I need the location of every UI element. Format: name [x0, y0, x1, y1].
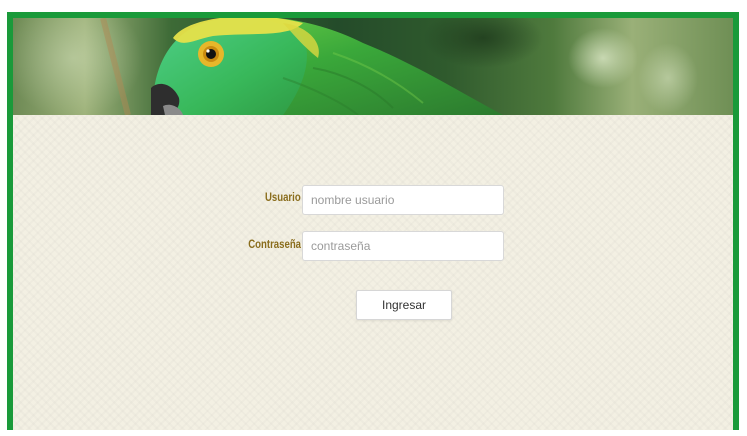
username-input[interactable]: [302, 185, 504, 215]
login-button[interactable]: Ingresar: [356, 290, 452, 320]
login-form: Usuario Contraseña Ingresar: [13, 115, 733, 430]
password-label: Contraseña: [248, 237, 301, 251]
username-label: Usuario: [265, 190, 301, 204]
parrot-illustration: [13, 18, 698, 115]
banner-image: [13, 18, 733, 115]
password-input[interactable]: [302, 231, 504, 261]
page-frame: Usuario Contraseña Ingresar: [7, 12, 739, 430]
